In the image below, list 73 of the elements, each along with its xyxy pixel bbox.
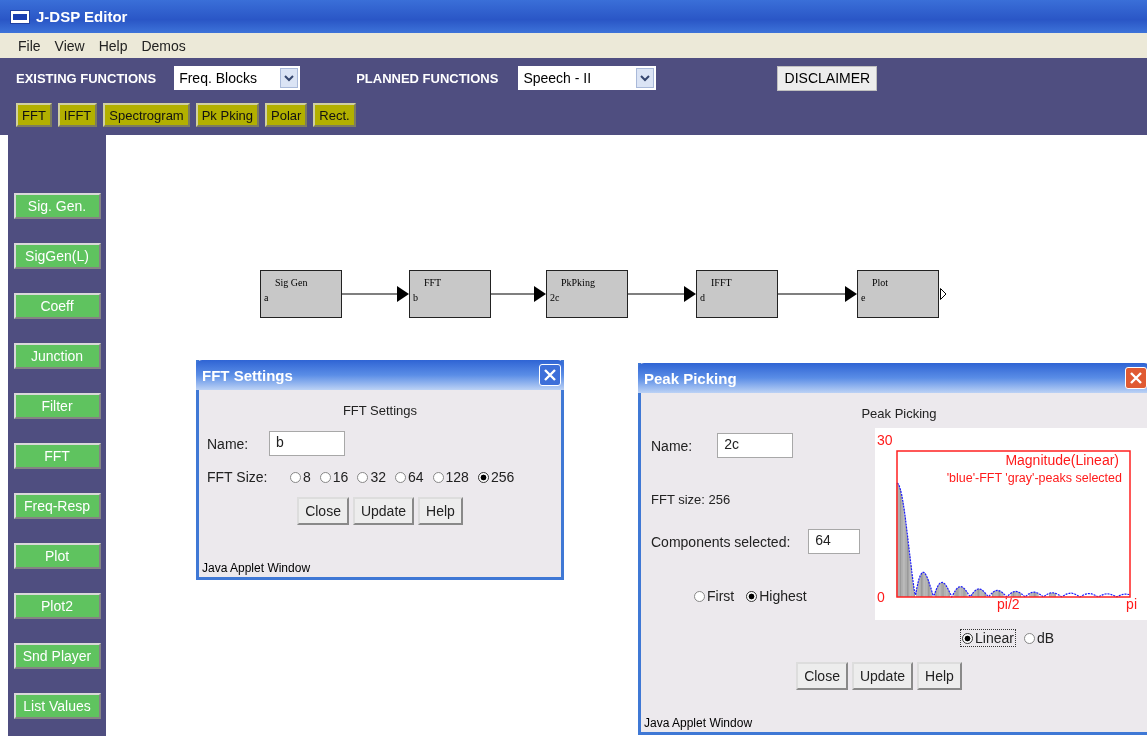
fft-size-radio[interactable]: 16 [318, 469, 350, 485]
node-name: b [413, 292, 418, 303]
menu-item[interactable]: View [54, 37, 85, 54]
menu-item[interactable]: Help [98, 37, 128, 54]
close-icon[interactable] [1125, 367, 1147, 389]
dialog-title: Peak Picking [644, 369, 737, 387]
dialog-button[interactable]: Help [917, 662, 962, 690]
mode-radio[interactable]: Highest [745, 588, 808, 604]
y-min-label: 0 [877, 589, 885, 605]
existing-functions-dropdown[interactable]: Freq. Blocks [174, 66, 301, 90]
function-block-button[interactable]: Polar [265, 103, 308, 127]
planned-functions-dropdown[interactable]: Speech - II [518, 66, 657, 90]
dialog-heading: FFT Settings [341, 403, 419, 418]
close-icon[interactable] [539, 364, 561, 386]
app-logo-icon [10, 9, 30, 24]
node-name: 2c [550, 292, 560, 303]
diagram-node[interactable]: Plot e [857, 270, 939, 318]
plot-legend: 'blue'-FFT 'gray'-peaks selected [946, 471, 1122, 485]
fft-size-label: FFT Size: [207, 469, 269, 485]
node-title: IFFT [711, 277, 732, 288]
function-block-button[interactable]: Spectrogram [103, 103, 190, 127]
node-title: PkPking [561, 277, 595, 288]
function-block-button[interactable]: Rect. [313, 103, 356, 127]
components-selected-label: Components selected: [651, 533, 791, 550]
fft-size-radio[interactable]: 256 [476, 469, 516, 485]
diagram-node[interactable]: Sig Gen a [260, 270, 342, 318]
plot-title: Magnitude(Linear) [1005, 452, 1119, 468]
node-title: FFT [424, 277, 442, 288]
connector-arrow [491, 284, 546, 304]
fft-size-radio[interactable]: 8 [289, 469, 312, 485]
dialog-heading: Peak Picking [860, 406, 938, 421]
dialog-button[interactable]: Update [851, 662, 914, 690]
fft-size-radio[interactable]: 32 [356, 469, 387, 485]
node-title: Sig Gen [275, 277, 308, 288]
function-block-button[interactable]: IFFT [57, 103, 98, 127]
fft-size-radio[interactable]: 128 [431, 469, 470, 485]
menu-item[interactable]: File [18, 37, 41, 54]
components-field[interactable]: 64 [808, 529, 861, 554]
mode-radio[interactable]: First [693, 588, 736, 604]
node-title: Plot [872, 277, 889, 288]
connector-arrow [342, 284, 409, 304]
x-mid-label: pi/2 [997, 596, 1020, 612]
node-name: a [264, 292, 269, 303]
menu-item[interactable]: Demos [141, 37, 186, 54]
node-name: e [861, 292, 866, 303]
name-field[interactable]: 2c [717, 433, 794, 458]
dialog-title: FFT Settings [202, 366, 293, 384]
name-label: Name: [207, 435, 250, 452]
diagram-node[interactable]: IFFT d [696, 270, 778, 318]
applet-window-footer: Java Applet Window [641, 716, 1147, 732]
applet-window-footer: Java Applet Window [199, 561, 561, 577]
connector-arrow [628, 284, 696, 304]
x-max-label: pi [1126, 596, 1137, 612]
name-field[interactable]: b [269, 431, 345, 456]
node-name: d [700, 292, 705, 303]
function-block-button[interactable]: Pk Pking [195, 103, 259, 127]
planned-functions-label: PLANNED FUNCTIONS [356, 70, 499, 86]
disclaimer-button[interactable]: DISCLAIMER [777, 65, 878, 91]
dialog-button[interactable]: Update [352, 497, 415, 525]
function-block-button[interactable]: FFT [16, 103, 52, 127]
diagram-node[interactable]: PkPking 2c [546, 270, 628, 318]
diagram-node[interactable]: FFT b [409, 270, 491, 318]
scale-radio[interactable]: dB [1022, 630, 1056, 646]
window-title: J-DSP Editor [36, 8, 128, 25]
fft-size-radio[interactable]: 64 [393, 469, 425, 485]
existing-functions-label: EXISTING FUNCTIONS [16, 70, 157, 86]
dialog-button[interactable]: Close [796, 662, 848, 690]
fft-size-text: FFT size: 256 [651, 492, 732, 507]
name-label: Name: [651, 437, 693, 454]
dialog-button[interactable]: Help [418, 497, 463, 525]
dialog-button[interactable]: Close [297, 497, 349, 525]
y-max-label: 30 [877, 432, 893, 448]
scale-radio[interactable]: Linear [961, 630, 1015, 646]
